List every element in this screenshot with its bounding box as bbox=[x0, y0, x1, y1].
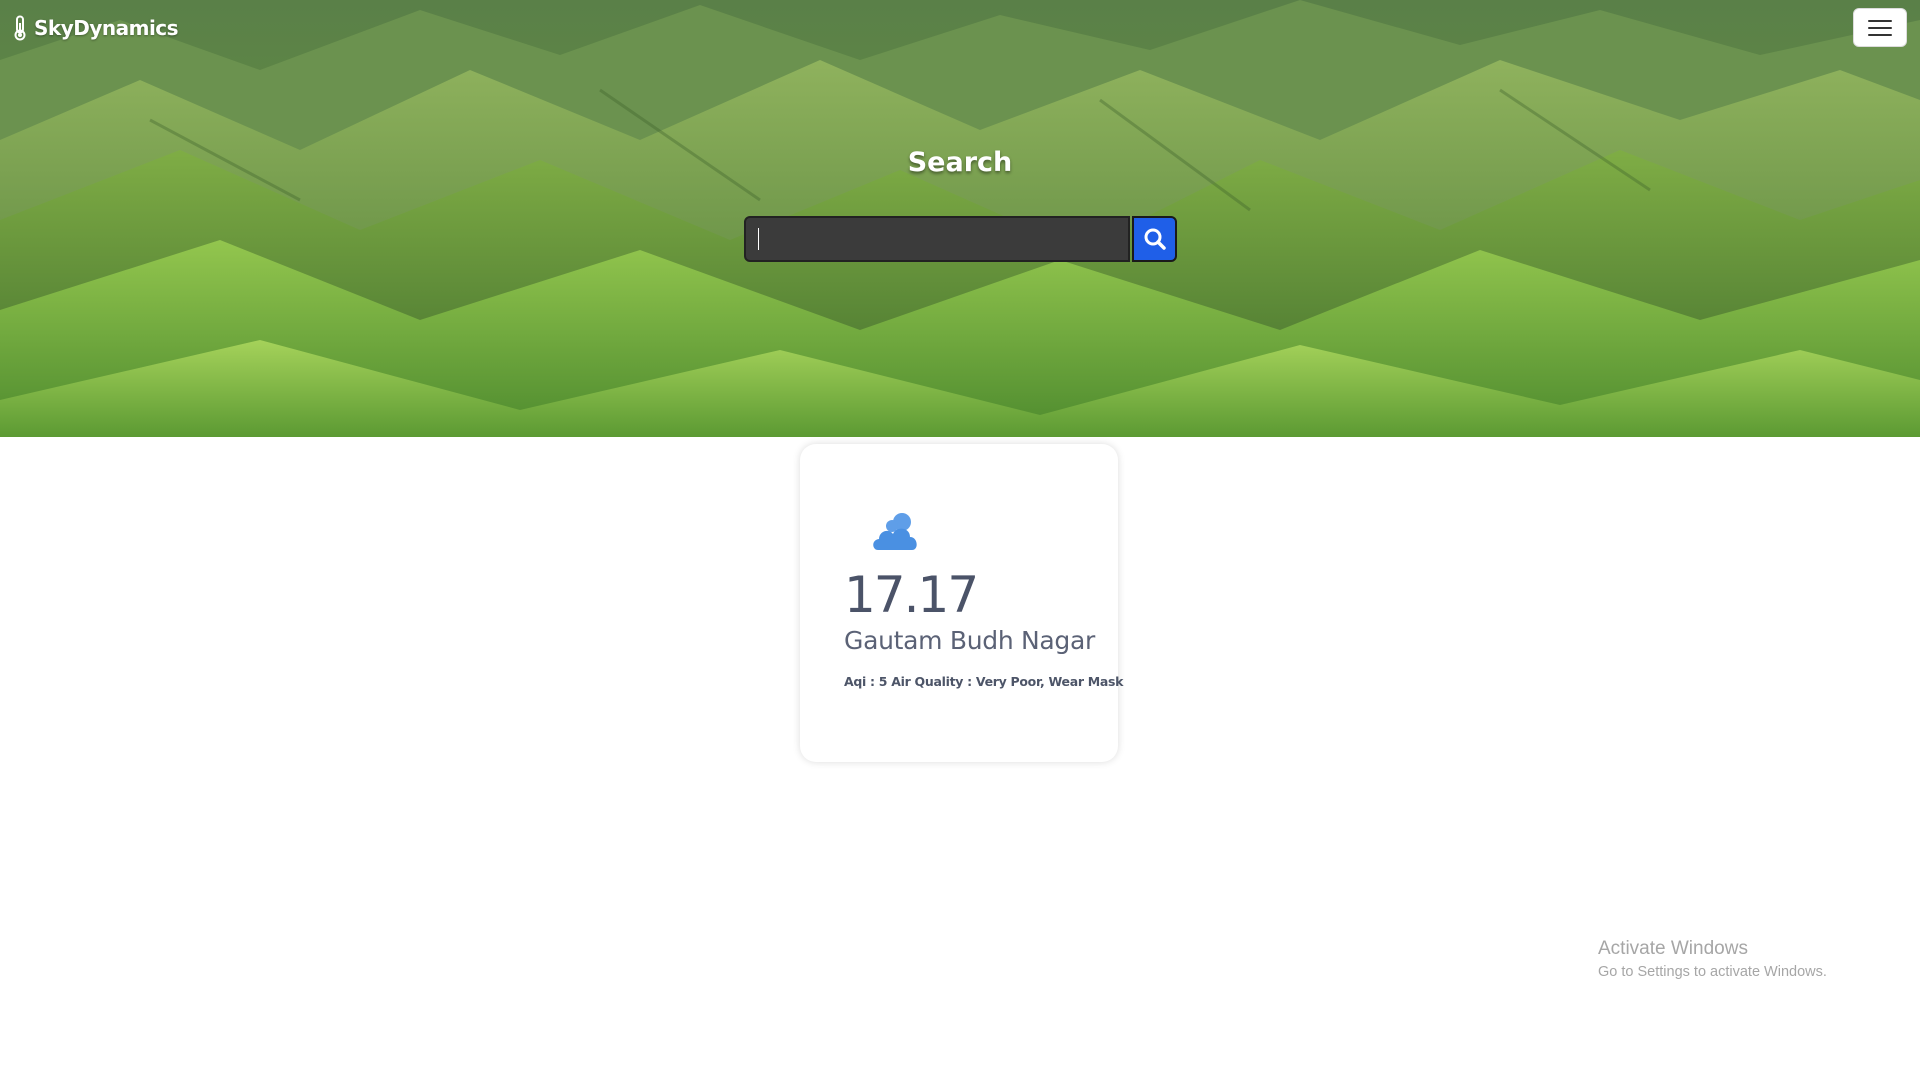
thermometer-icon bbox=[14, 15, 26, 41]
search-form bbox=[744, 216, 1177, 262]
air-quality-info: Aqi : 5 Air Quality : Very Poor, Wear Ma… bbox=[844, 674, 1124, 689]
search-icon bbox=[1144, 228, 1166, 250]
search-input[interactable] bbox=[744, 216, 1130, 262]
weather-card: 17.17 Gautam Budh Nagar Aqi : 5 Air Qual… bbox=[800, 444, 1123, 762]
activation-title: Activate Windows bbox=[1598, 938, 1748, 959]
hero-banner: SkyDynamics Search bbox=[0, 0, 1920, 437]
cloud-icon bbox=[873, 513, 917, 550]
text-caret bbox=[758, 228, 759, 250]
search-heading: Search bbox=[907, 147, 1013, 178]
brand-name: SkyDynamics bbox=[34, 16, 179, 40]
brand-logo[interactable]: SkyDynamics bbox=[12, 14, 179, 42]
hamburger-icon bbox=[1868, 19, 1892, 36]
windows-activation-watermark: Activate Windows Go to Settings to activ… bbox=[1598, 938, 1827, 980]
activation-subtitle: Go to Settings to activate Windows. bbox=[1598, 964, 1827, 980]
navbar-toggle-button[interactable] bbox=[1853, 8, 1907, 47]
city-name: Gautam Budh Nagar bbox=[844, 626, 1096, 655]
search-button[interactable] bbox=[1132, 216, 1177, 262]
temperature-value: 17.17 bbox=[844, 566, 979, 624]
